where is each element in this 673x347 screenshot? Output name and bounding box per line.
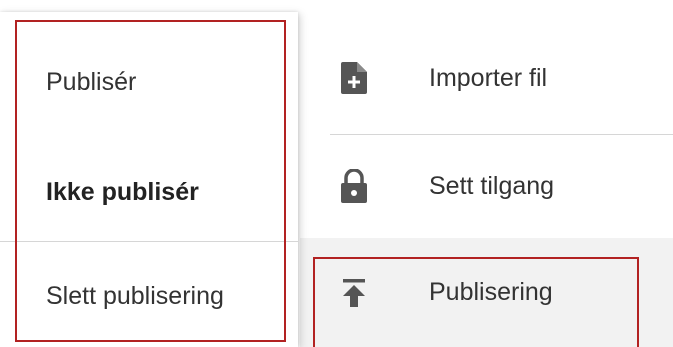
publish-upload-icon — [338, 277, 370, 309]
file-add-icon — [338, 62, 370, 94]
publish-option[interactable]: Publisér — [0, 52, 298, 112]
main-menu: Importer fil Sett tilgang Publisering — [300, 0, 673, 347]
menu-item-label: Publisering — [429, 278, 553, 306]
unpublish-option[interactable]: Ikke publisér — [0, 162, 298, 222]
menu-item-import-file[interactable]: Importer fil — [300, 22, 673, 134]
delete-publishing-option-label: Slett publisering — [46, 281, 224, 310]
menu-item-label: Sett tilgang — [429, 171, 555, 200]
popup-divider — [0, 241, 298, 242]
menu-item-label: Importer fil — [429, 63, 548, 92]
delete-publishing-option[interactable]: Slett publisering — [0, 266, 298, 326]
screenshot-stage: Importer fil Sett tilgang Publisering Pu… — [0, 0, 673, 347]
unpublish-option-label: Ikke publisér — [46, 177, 199, 206]
publish-options-popup: Publisér Ikke publisér Slett publisering — [0, 12, 298, 347]
lock-icon — [338, 169, 370, 203]
menu-item-publishing[interactable]: Publisering — [300, 238, 673, 347]
menu-item-set-access[interactable]: Sett tilgang — [300, 134, 673, 238]
menu-divider — [330, 134, 673, 135]
publish-option-label: Publisér — [46, 67, 137, 96]
